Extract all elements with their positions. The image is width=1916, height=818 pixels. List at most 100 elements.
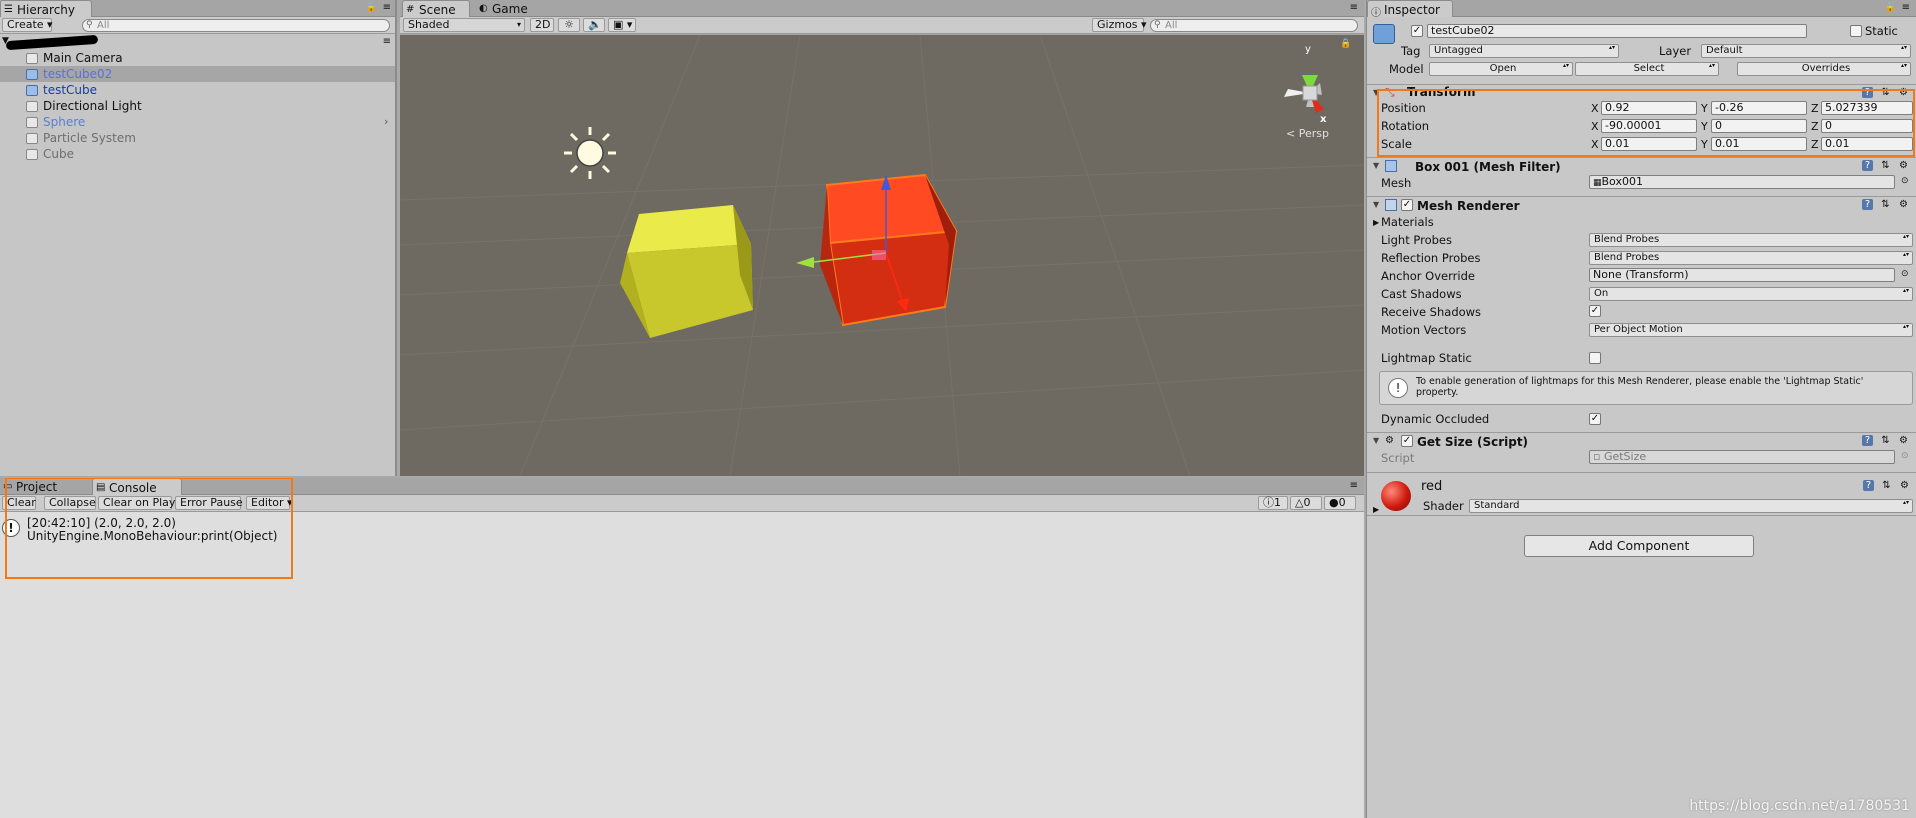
mesh-icon: ▦	[1593, 178, 1602, 188]
anchor-override-field[interactable]: None (Transform)	[1589, 268, 1895, 282]
menu-icon[interactable]: ≡	[383, 2, 391, 13]
info-icon: !	[1388, 378, 1408, 398]
gameobject-icon	[26, 101, 38, 112]
effects-dropdown[interactable]: ▣ ▾	[608, 18, 636, 32]
inspector-tabbar: ⓘ Inspector 🔒 ≡	[1367, 0, 1916, 19]
shading-dropdown[interactable]: Shaded ▾	[403, 18, 525, 32]
transform-highlight-box	[1377, 89, 1915, 157]
object-picker-icon[interactable]: ⊙	[1901, 176, 1909, 186]
lock-icon[interactable]: 🔒	[366, 3, 377, 13]
preset-icon[interactable]: ⇅	[1880, 160, 1891, 171]
menu-icon[interactable]: ≡	[1902, 2, 1910, 13]
help-icon[interactable]: ?	[1862, 160, 1873, 171]
light-probes-label: Light Probes	[1381, 233, 1452, 247]
tab-hierarchy[interactable]: ☰ Hierarchy	[0, 0, 92, 17]
gamepad-icon: ◐	[479, 3, 488, 14]
dynamic-occluded-label: Dynamic Occluded	[1381, 412, 1490, 426]
gear-icon[interactable]: ⚙	[1899, 480, 1910, 491]
tab-scene[interactable]: # Scene	[402, 0, 470, 17]
mesh-filter-header[interactable]: ▼ Box 001 (Mesh Filter) ? ⇅ ⚙	[1367, 157, 1916, 175]
gear-icon[interactable]: ⚙	[1898, 435, 1909, 446]
add-component-button[interactable]: Add Component	[1524, 535, 1754, 557]
object-picker-icon[interactable]: ⊙	[1901, 269, 1909, 279]
mesh-renderer-enabled-checkbox[interactable]: ✓	[1401, 199, 1413, 211]
tab-game[interactable]: ◐ Game	[476, 0, 546, 17]
error-count-toggle[interactable]: ●0	[1324, 496, 1356, 510]
sun-icon: ☼	[564, 18, 574, 31]
reflection-probes-dropdown[interactable]: Blend Probes	[1589, 251, 1913, 265]
help-icon[interactable]: ?	[1863, 480, 1874, 491]
reflection-probes-label: Reflection Probes	[1381, 251, 1481, 265]
lock-icon[interactable]: 🔒	[1340, 39, 1351, 49]
red-cube-selected[interactable]	[820, 173, 958, 327]
model-overrides-dropdown[interactable]: Overrides	[1737, 62, 1911, 76]
yellow-cube[interactable]	[620, 205, 753, 338]
layer-dropdown[interactable]: Default	[1701, 44, 1911, 58]
scene-root-row[interactable]: ▼ ≡	[0, 34, 397, 51]
scene-viewport[interactable]: y x 🔒 < Persp	[400, 35, 1364, 476]
console-panel: ▭ Project ▤ Console ≡ Clear Collapse Cle…	[0, 478, 1364, 818]
mesh-field[interactable]: ▦Box001	[1589, 175, 1895, 189]
shader-label: Shader	[1423, 499, 1464, 513]
fold-arrow-icon[interactable]: ▼	[1373, 161, 1379, 170]
preset-icon[interactable]: ⇅	[1881, 480, 1892, 491]
help-icon[interactable]: ?	[1862, 199, 1873, 210]
info-count-toggle[interactable]: ⓘ1	[1258, 496, 1288, 510]
layer-label: Layer	[1659, 44, 1692, 58]
mesh-renderer-header[interactable]: ▼ ✓ Mesh Renderer ? ⇅ ⚙	[1367, 196, 1916, 214]
help-icon[interactable]: ?	[1862, 435, 1873, 446]
motion-vectors-dropdown[interactable]: Per Object Motion	[1589, 323, 1913, 337]
directional-light-icon[interactable]	[564, 127, 616, 179]
lighting-toggle[interactable]: ☼	[558, 18, 580, 32]
fold-arrow-right-icon[interactable]: ▶	[1373, 505, 1379, 514]
hierarchy-search-input[interactable]: ⚲ All	[82, 19, 390, 32]
object-name-field[interactable]: testCube02	[1427, 24, 1807, 38]
tag-dropdown[interactable]: Untagged	[1429, 44, 1619, 58]
receive-shadows-checkbox[interactable]: ✓	[1589, 305, 1601, 317]
materials-label[interactable]: Materials	[1381, 215, 1434, 229]
gizmos-dropdown[interactable]: Gizmos ▾	[1092, 18, 1147, 32]
menu-icon[interactable]: ≡	[1350, 2, 1358, 13]
gear-icon[interactable]: ⚙	[1898, 199, 1909, 210]
model-open-button[interactable]: Open	[1429, 62, 1573, 76]
script-header[interactable]: ▼ ⚙ ✓ Get Size (Script) ? ⇅ ⚙	[1367, 432, 1916, 450]
static-checkbox[interactable]	[1850, 25, 1862, 37]
cast-shadows-dropdown[interactable]: On	[1589, 287, 1913, 301]
model-select-button[interactable]: Select	[1575, 62, 1719, 76]
fold-arrow-icon[interactable]: ▼	[1373, 200, 1379, 209]
gameobject-icon	[26, 149, 38, 160]
projection-label[interactable]: < Persp	[1286, 127, 1329, 140]
preset-icon[interactable]: ⇅	[1880, 435, 1891, 446]
orientation-gizmo[interactable]	[1284, 75, 1324, 113]
menu-icon[interactable]: ≡	[383, 36, 391, 47]
audio-toggle[interactable]: 🔈	[583, 18, 605, 32]
error-icon: ●	[1329, 496, 1339, 509]
create-button[interactable]: Create ▾	[2, 18, 53, 32]
shader-dropdown[interactable]: Standard	[1469, 499, 1913, 513]
2d-toggle[interactable]: 2D	[530, 18, 554, 32]
scene-search-input[interactable]: ⚲ All	[1150, 19, 1358, 32]
speaker-icon: 🔈	[588, 18, 602, 31]
chevron-right-icon[interactable]: ›	[384, 115, 388, 128]
lightmap-static-checkbox[interactable]	[1589, 352, 1601, 364]
fold-arrow-right-icon[interactable]: ▶	[1373, 218, 1379, 227]
scene-3d-view[interactable]	[400, 35, 1364, 476]
menu-icon[interactable]: ≡	[1350, 480, 1358, 491]
mesh-renderer-title: Mesh Renderer	[1417, 199, 1520, 213]
grid-icon: #	[406, 4, 415, 15]
active-checkbox[interactable]: ✓	[1411, 25, 1423, 37]
gear-icon[interactable]: ⚙	[1898, 160, 1909, 171]
light-probes-dropdown[interactable]: Blend Probes	[1589, 233, 1913, 247]
search-icon: ⚲	[1154, 20, 1161, 30]
gameobject-icon	[26, 69, 38, 80]
fold-arrow-icon[interactable]: ▼	[1373, 436, 1379, 445]
lock-icon[interactable]: 🔒	[1885, 3, 1896, 13]
model-label: Model	[1389, 62, 1424, 76]
tab-inspector[interactable]: ⓘ Inspector	[1367, 0, 1453, 19]
warning-count-toggle[interactable]: △0	[1290, 496, 1322, 510]
script-enabled-checkbox[interactable]: ✓	[1401, 435, 1413, 447]
preset-icon[interactable]: ⇅	[1880, 199, 1891, 210]
hierarchy-panel: ☰ Hierarchy 🔒 ≡ Create ▾ ⚲ All ▼ ≡ Main …	[0, 0, 397, 476]
chevron-down-icon: ▾	[516, 20, 521, 29]
dynamic-occluded-checkbox[interactable]: ✓	[1589, 413, 1601, 425]
